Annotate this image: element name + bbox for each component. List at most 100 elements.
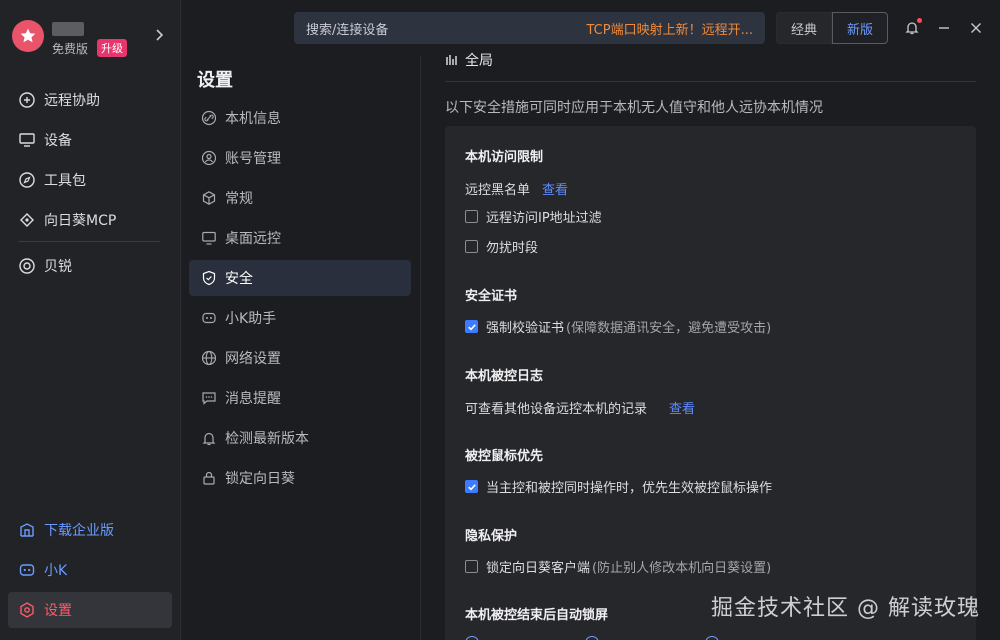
watermark: 掘金技术社区 @ 解读玫瑰	[711, 596, 980, 621]
checkmark-icon	[467, 323, 476, 331]
nav-item-label: 贝锐	[44, 259, 72, 275]
minimize-button[interactable]	[934, 18, 954, 38]
star-icon	[20, 28, 36, 43]
settings-item-label: 网络设置	[225, 351, 281, 367]
nav-item-settings[interactable]: 设置	[8, 592, 172, 628]
settings-item-label: 账号管理	[225, 151, 281, 167]
nav-item-download-enterprise[interactable]: 下载企业版	[8, 512, 172, 548]
notification-button[interactable]	[902, 18, 922, 38]
mouse-priority-title: 被控鼠标优先	[465, 449, 544, 464]
profile-card[interactable]: 免费版 升级	[12, 20, 172, 60]
section-header-label: 全局	[465, 53, 493, 69]
nav-item-beirui[interactable]: 贝锐	[8, 248, 172, 284]
upgrade-badge[interactable]: 升级	[97, 39, 127, 57]
settings-item-label: 本机信息	[225, 111, 281, 127]
dnd-row[interactable]: 勿扰时段	[465, 237, 538, 256]
settings-item-security[interactable]: 安全	[189, 260, 411, 296]
search-bar[interactable]: 搜索/连接设备 TCP端口映射上新！远程开...	[294, 12, 765, 44]
dnd-label: 勿扰时段	[486, 241, 539, 256]
blacklist-view-link[interactable]: 查看	[542, 179, 568, 198]
settings-item-label: 锁定向日葵	[225, 471, 295, 487]
autolock-radio[interactable]	[465, 636, 479, 640]
nav-item-toolkit[interactable]: 工具包	[8, 162, 172, 198]
ip-filter-checkbox[interactable]	[465, 210, 478, 223]
cert-title: 安全证书	[465, 289, 518, 304]
robot-icon	[202, 312, 216, 324]
close-button[interactable]	[966, 18, 986, 38]
autolock-radio[interactable]	[705, 636, 719, 640]
nav-item-label: 远程协助	[44, 93, 100, 109]
nav-item-mcp[interactable]: 向日葵MCP	[8, 202, 172, 238]
settings-item-check-update[interactable]: 检测最新版本	[189, 420, 411, 456]
remote-assist-icon	[19, 92, 35, 108]
log-view-link[interactable]: 查看	[669, 398, 695, 417]
search-input[interactable]: 搜索/连接设备	[306, 19, 388, 38]
settings-item-lock-sunflower[interactable]: 锁定向日葵	[189, 460, 411, 496]
autolock-radio[interactable]	[585, 636, 599, 640]
settings-item-general[interactable]: 常规	[189, 180, 411, 216]
checkmark-icon	[467, 483, 476, 491]
mouse-priority-label: 当主控和被控同时操作时，优先生效被控鼠标操作	[486, 481, 773, 496]
settings-item-notifications[interactable]: 消息提醒	[189, 380, 411, 416]
nav-item-devices[interactable]: 设备	[8, 122, 172, 158]
settings-item-xiaok-assistant[interactable]: 小K助手	[189, 300, 411, 336]
access-limit-title: 本机访问限制	[465, 150, 544, 165]
settings-item-label: 常规	[225, 191, 253, 207]
force-cert-note: (保障数据通讯安全，避免遭受攻击)	[566, 321, 772, 336]
settings-item-desktop-remote[interactable]: 桌面远控	[189, 220, 411, 256]
new-mode-button[interactable]: 新版	[832, 12, 889, 44]
privacy-title: 隐私保护	[465, 529, 518, 544]
ip-filter-row[interactable]: 远程访问IP地址过滤	[465, 207, 602, 226]
settings-item-device-info[interactable]: 本机信息	[189, 100, 411, 136]
classic-mode-button[interactable]: 经典	[776, 12, 833, 44]
log-row: 可查看其他设备远控本机的记录 查看	[465, 398, 695, 417]
nav-item-label: 工具包	[44, 173, 86, 189]
settings-item-label: 安全	[225, 271, 253, 287]
settings-item-label: 小K助手	[225, 311, 277, 327]
edition-label: 免费版	[52, 42, 89, 56]
nav-item-label: 下载企业版	[44, 523, 114, 539]
nav-item-label: 向日葵MCP	[44, 213, 117, 229]
autolock-title: 本机被控结束后自动锁屏	[465, 608, 609, 623]
ui-mode-switch: 经典 新版	[776, 12, 889, 44]
avatar[interactable]	[12, 20, 44, 52]
left-sidebar: 免费版 升级 远程协助 设备 工具包 向日葵MCP 贝锐 下载企业版 小K 设置	[0, 0, 181, 640]
cube-icon	[202, 191, 216, 205]
globe-icon	[201, 350, 217, 366]
link-icon	[201, 110, 217, 126]
settings-title: 设置	[197, 70, 233, 91]
settings-item-account[interactable]: 账号管理	[189, 140, 411, 176]
nav-item-xiaok[interactable]: 小K	[8, 552, 172, 588]
mcp-icon	[20, 213, 34, 227]
account-icon	[201, 150, 217, 166]
lock-client-note: (防止别人修改本机向日葵设置)	[592, 561, 772, 576]
autolock-options-row	[465, 636, 719, 640]
chevron-right-icon[interactable]	[154, 28, 166, 42]
enterprise-icon	[20, 523, 34, 537]
settings-item-label: 消息提醒	[225, 391, 281, 407]
force-cert-label: 强制校验证书	[486, 321, 565, 336]
minimize-icon	[939, 27, 949, 29]
close-icon	[971, 23, 981, 33]
mouse-priority-row[interactable]: 当主控和被控同时操作时，优先生效被控鼠标操作	[465, 477, 772, 496]
lock-client-row[interactable]: 锁定向日葵客户端 (防止别人修改本机向日葵设置)	[465, 557, 771, 576]
nav-item-remote-assist[interactable]: 远程协助	[8, 82, 172, 118]
blacklist-label: 远控黑名单	[465, 183, 531, 198]
force-cert-row[interactable]: 强制校验证书 (保障数据通讯安全，避免遭受攻击)	[465, 317, 771, 336]
promo-banner[interactable]: TCP端口映射上新！远程开...	[587, 19, 754, 38]
compass-icon	[19, 172, 35, 188]
globe-grid-icon	[446, 55, 457, 65]
section-header-global: 全局	[445, 50, 493, 70]
shield-icon	[202, 270, 216, 286]
force-cert-checkbox[interactable]	[465, 320, 478, 333]
security-settings-content: 全局 以下安全措施可同时应用于本机无人值守和他人远协本机情况 本机访问限制 远控…	[421, 44, 1000, 640]
notification-dot	[917, 18, 922, 23]
lock-client-checkbox[interactable]	[465, 560, 478, 573]
robot-icon	[19, 564, 35, 576]
desktop-icon	[202, 231, 216, 245]
nav-item-label: 设备	[44, 133, 72, 149]
nav-item-label: 设置	[44, 603, 72, 619]
mouse-priority-checkbox[interactable]	[465, 480, 478, 493]
dnd-checkbox[interactable]	[465, 240, 478, 253]
settings-item-network[interactable]: 网络设置	[189, 340, 411, 376]
